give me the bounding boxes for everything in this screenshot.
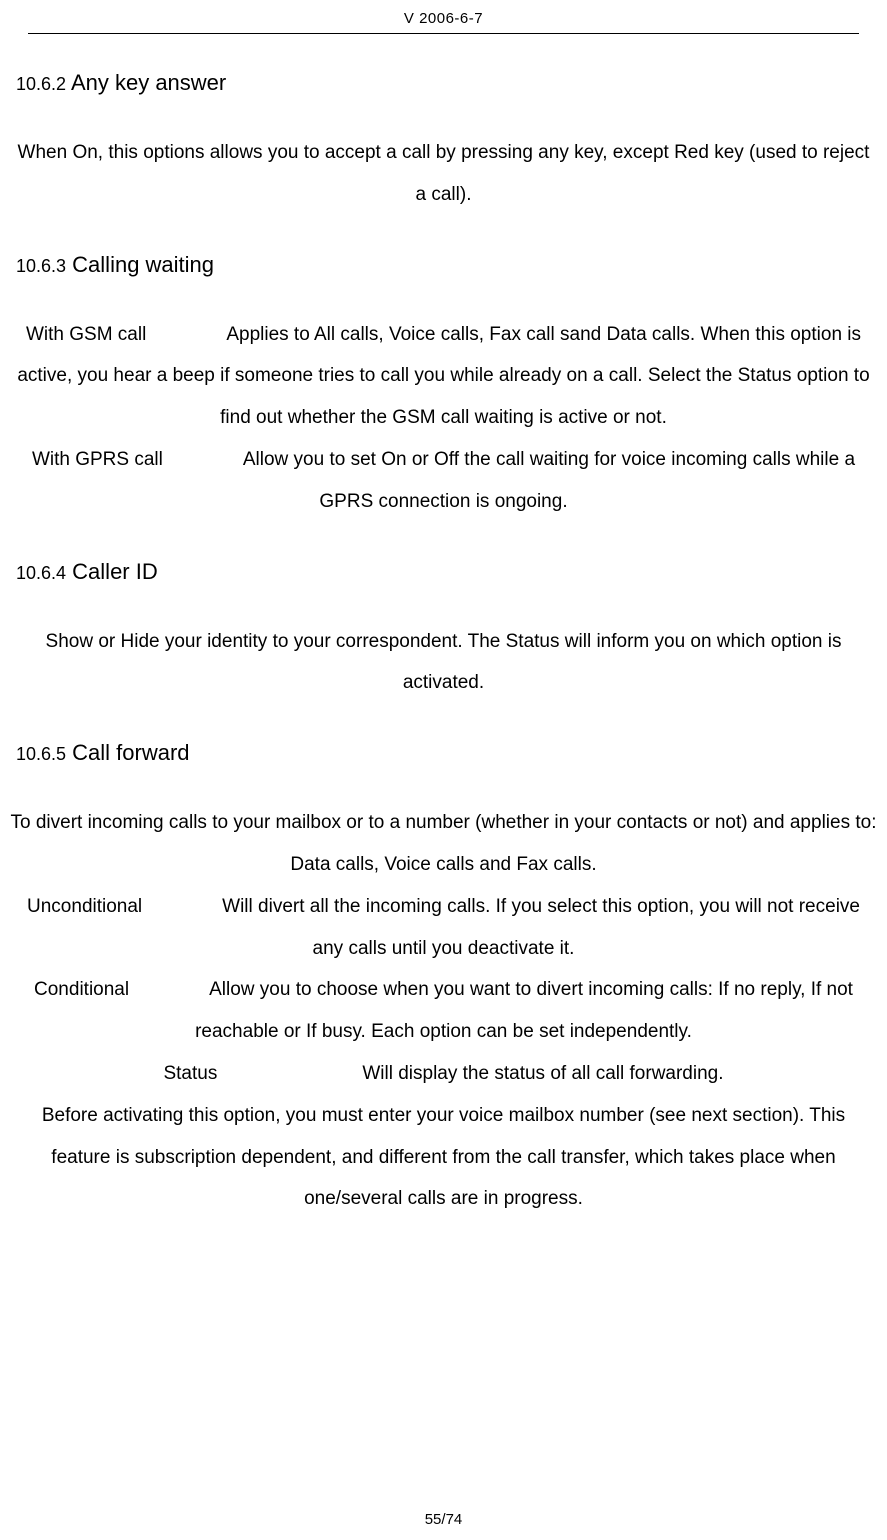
heading-title: Calling waiting (72, 252, 214, 277)
unconditional-text: Will divert all the incoming calls. If y… (222, 896, 860, 959)
gprs-label: With GPRS call (32, 449, 163, 470)
header-rule (28, 33, 859, 34)
heading-number: 10.6.3 (16, 256, 66, 276)
body-caller-id: Show or Hide your identity to your corre… (10, 621, 877, 705)
conditional-label: Conditional (34, 979, 129, 1000)
gsm-label: With GSM call (26, 324, 146, 345)
heading-number: 10.6.4 (16, 563, 66, 583)
gprs-text: Allow you to set On or Off the call wait… (243, 449, 855, 512)
body-call-forward: To divert incoming calls to your mailbox… (10, 802, 877, 1220)
heading-title: Call forward (72, 740, 189, 765)
heading-number: 10.6.2 (16, 74, 66, 94)
status-text: Will display the status of all call forw… (362, 1063, 723, 1084)
heading-title: Caller ID (72, 559, 158, 584)
call-forward-note: Before activating this option, you must … (42, 1105, 845, 1210)
unconditional-label: Unconditional (27, 896, 142, 917)
page-footer: 55/74 (0, 1511, 887, 1528)
heading-calling-waiting: 10.6.3 Calling waiting (10, 252, 877, 278)
call-forward-intro: To divert incoming calls to your mailbox… (11, 812, 877, 875)
header-version: V 2006-6-7 (0, 0, 887, 33)
body-any-key-answer: When On, this options allows you to acce… (10, 132, 877, 216)
heading-caller-id: 10.6.4 Caller ID (10, 559, 877, 585)
body-calling-waiting: With GSM callApplies to All calls, Voice… (10, 314, 877, 523)
heading-number: 10.6.5 (16, 744, 66, 764)
heading-title: Any key answer (71, 70, 226, 95)
heading-call-forward: 10.6.5 Call forward (10, 740, 877, 766)
status-label: Status (163, 1063, 217, 1084)
conditional-text: Allow you to choose when you want to div… (195, 979, 853, 1042)
heading-any-key-answer: 10.6.2 Any key answer (10, 70, 877, 96)
